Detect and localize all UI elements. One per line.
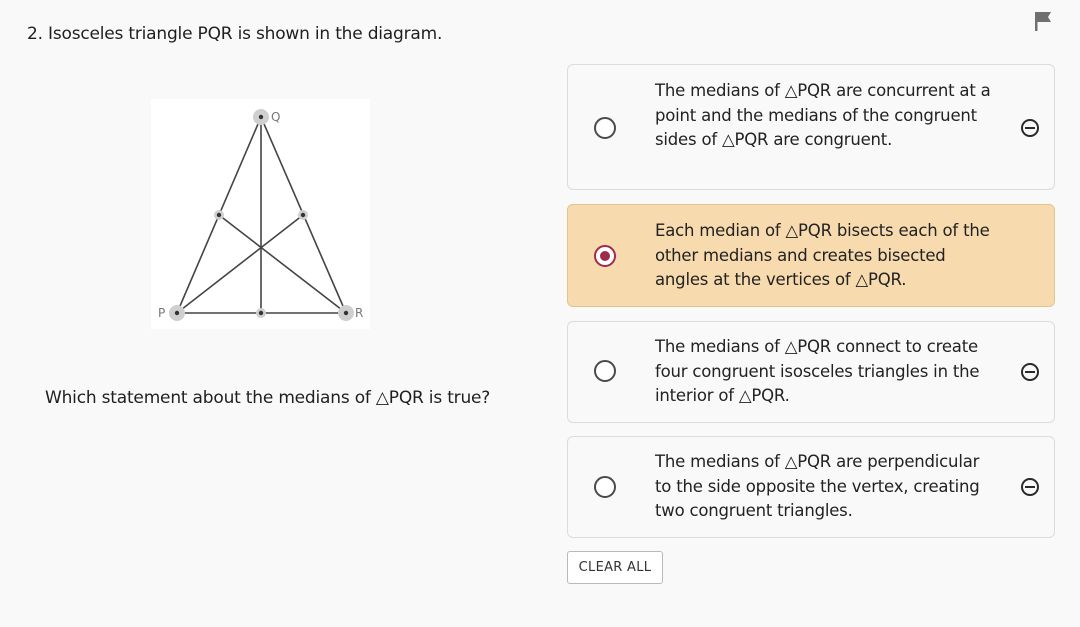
answer-choice-c[interactable]: The medians of △PQR connect to create fo… [567,321,1055,423]
vertex-label-q: Q [271,110,280,124]
vertex-label-r: R [355,306,363,320]
eliminate-option-icon[interactable] [1020,118,1040,138]
eliminate-option-icon[interactable] [1020,362,1040,382]
radio-button-selected[interactable] [594,245,616,267]
choice-text: The medians of △PQR are concurrent at a … [655,81,991,149]
question-title: 2. Isosceles triangle PQR is shown in th… [27,24,443,44]
answer-choice-b[interactable]: Each median of △PQR bisects each of the … [567,204,1055,307]
choice-text: The medians of △PQR are perpendicular to… [655,452,980,520]
flag-icon[interactable] [1032,9,1054,33]
radio-button[interactable] [594,360,616,382]
question-prompt: Which statement about the medians of △PQ… [45,388,491,408]
eliminate-option-icon[interactable] [1020,477,1040,497]
question-page: 2. Isosceles triangle PQR is shown in th… [0,0,1080,627]
triangle-diagram: Q P R [151,99,370,329]
radio-button[interactable] [594,117,616,139]
radio-selected-dot [600,251,610,261]
choice-text: The medians of △PQR connect to create fo… [655,337,980,405]
clear-all-button[interactable]: CLEAR ALL [567,551,663,584]
answer-choice-d[interactable]: The medians of △PQR are perpendicular to… [567,436,1055,538]
choice-text: Each median of △PQR bisects each of the … [655,221,990,289]
vertex-label-p: P [158,306,165,320]
radio-button[interactable] [594,476,616,498]
answer-choice-a[interactable]: The medians of △PQR are concurrent at a … [567,64,1055,190]
